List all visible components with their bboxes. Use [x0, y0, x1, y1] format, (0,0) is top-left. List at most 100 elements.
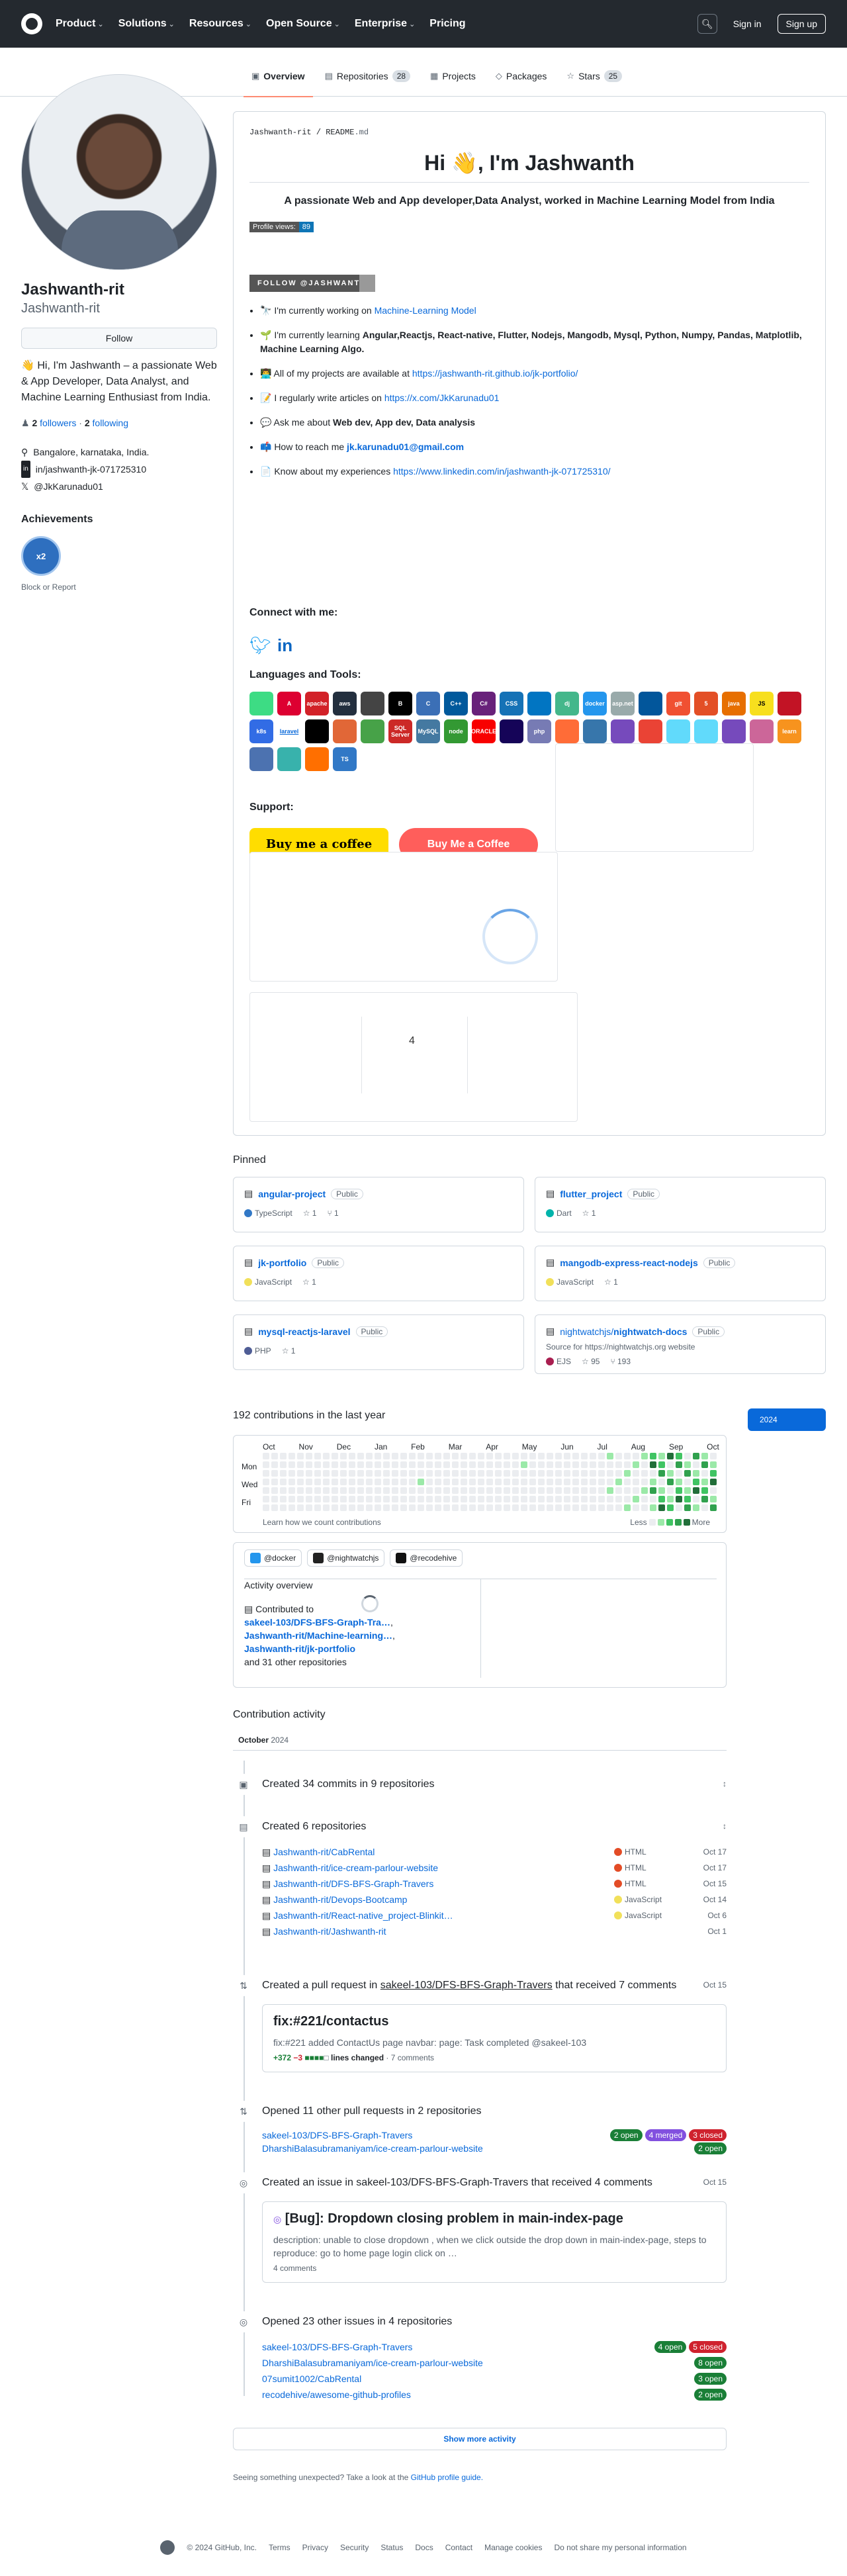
nav-resources[interactable]: Resources: [189, 18, 251, 30]
contribution-day[interactable]: [297, 1453, 304, 1459]
contribution-day[interactable]: [443, 1496, 450, 1502]
repo-link[interactable]: Jashwanth-rit/ice-cream-parlour-website: [273, 1860, 614, 1876]
contribution-day[interactable]: [547, 1453, 553, 1459]
repo-link[interactable]: DharshiBalasubramaniyam/ice-cream-parlou…: [262, 2355, 694, 2371]
contribution-day[interactable]: [461, 1487, 467, 1494]
nav-pricing[interactable]: Pricing: [429, 18, 465, 30]
contribution-day[interactable]: [349, 1470, 355, 1477]
contribution-day[interactable]: [323, 1496, 330, 1502]
contribution-day[interactable]: [400, 1487, 407, 1494]
contribution-day[interactable]: [607, 1504, 613, 1511]
sign-up-button[interactable]: Sign up: [777, 14, 826, 34]
contribution-day[interactable]: [693, 1496, 699, 1502]
contribution-day[interactable]: [426, 1496, 433, 1502]
contribution-day[interactable]: [409, 1504, 416, 1511]
contribution-day[interactable]: [538, 1470, 545, 1477]
contribution-day[interactable]: [555, 1496, 562, 1502]
contribution-day[interactable]: [684, 1496, 691, 1502]
contribution-day[interactable]: [598, 1479, 605, 1485]
contribution-day[interactable]: [323, 1453, 330, 1459]
contribution-day[interactable]: [443, 1470, 450, 1477]
contribution-day[interactable]: [641, 1470, 648, 1477]
contribution-day[interactable]: [340, 1504, 347, 1511]
contribution-day[interactable]: [650, 1470, 656, 1477]
contribution-day[interactable]: [289, 1461, 295, 1468]
contribution-day[interactable]: [650, 1496, 656, 1502]
contribution-day[interactable]: [572, 1470, 579, 1477]
pinned-repo-card[interactable]: ▤ flutter_project Public Dart ☆ 1: [535, 1177, 826, 1232]
contribution-day[interactable]: [598, 1487, 605, 1494]
contribution-day[interactable]: [289, 1453, 295, 1459]
contribution-day[interactable]: [658, 1479, 665, 1485]
contribution-day[interactable]: [271, 1461, 278, 1468]
contribution-day[interactable]: [710, 1487, 717, 1494]
contribution-day[interactable]: [426, 1461, 433, 1468]
contribution-day[interactable]: [633, 1479, 639, 1485]
contribution-day[interactable]: [383, 1479, 390, 1485]
contribution-day[interactable]: [469, 1470, 476, 1477]
contribution-day[interactable]: [314, 1470, 321, 1477]
contribution-day[interactable]: [332, 1487, 338, 1494]
contribution-day[interactable]: [340, 1470, 347, 1477]
contribution-day[interactable]: [676, 1479, 682, 1485]
contribution-day[interactable]: [486, 1479, 493, 1485]
contribution-day[interactable]: [349, 1496, 355, 1502]
contribution-day[interactable]: [478, 1470, 484, 1477]
contribution-day[interactable]: [529, 1453, 536, 1459]
org-filter-button[interactable]: @nightwatchjs: [307, 1549, 385, 1567]
contribution-day[interactable]: [658, 1487, 665, 1494]
contribution-day[interactable]: [598, 1496, 605, 1502]
repo-link[interactable]: 07sumit1002/CabRental: [262, 2371, 694, 2387]
contribution-day[interactable]: [564, 1470, 570, 1477]
contribution-day[interactable]: [607, 1453, 613, 1459]
contribution-day[interactable]: [504, 1479, 510, 1485]
contribution-day[interactable]: [615, 1461, 622, 1468]
contribution-day[interactable]: [418, 1479, 424, 1485]
contribution-day[interactable]: [521, 1504, 527, 1511]
contributed-repo-link[interactable]: Jashwanth-rit/Machine-learning…: [244, 1630, 392, 1641]
contribution-day[interactable]: [409, 1496, 416, 1502]
contribution-day[interactable]: [693, 1453, 699, 1459]
contribution-day[interactable]: [581, 1453, 588, 1459]
contribution-day[interactable]: [297, 1504, 304, 1511]
contribution-day[interactable]: [461, 1470, 467, 1477]
contribution-day[interactable]: [478, 1461, 484, 1468]
contribution-day[interactable]: [357, 1461, 364, 1468]
contribution-day[interactable]: [529, 1504, 536, 1511]
contribution-day[interactable]: [383, 1461, 390, 1468]
block-report-link[interactable]: Block or Report: [21, 582, 76, 592]
contribution-day[interactable]: [641, 1487, 648, 1494]
contribution-day[interactable]: [624, 1470, 631, 1477]
contribution-day[interactable]: [375, 1496, 381, 1502]
contribution-day[interactable]: [624, 1479, 631, 1485]
contribution-day[interactable]: [289, 1487, 295, 1494]
contribution-day[interactable]: [314, 1479, 321, 1485]
contribution-day[interactable]: [271, 1453, 278, 1459]
contribution-day[interactable]: [521, 1496, 527, 1502]
contribution-day[interactable]: [633, 1504, 639, 1511]
contribution-day[interactable]: [400, 1470, 407, 1477]
contribution-day[interactable]: [332, 1504, 338, 1511]
contribution-day[interactable]: [504, 1496, 510, 1502]
contribution-day[interactable]: [306, 1479, 312, 1485]
contribution-day[interactable]: [710, 1453, 717, 1459]
contribution-day[interactable]: [538, 1461, 545, 1468]
org-filter-button[interactable]: @recodehive: [390, 1549, 463, 1567]
contribution-day[interactable]: [486, 1470, 493, 1477]
contribution-day[interactable]: [340, 1496, 347, 1502]
contribution-day[interactable]: [693, 1504, 699, 1511]
contribution-day[interactable]: [263, 1479, 269, 1485]
contribution-day[interactable]: [392, 1479, 398, 1485]
contribution-day[interactable]: [323, 1461, 330, 1468]
contribution-day[interactable]: [486, 1496, 493, 1502]
contribution-day[interactable]: [710, 1504, 717, 1511]
contribution-day[interactable]: [314, 1504, 321, 1511]
contribution-day[interactable]: [624, 1496, 631, 1502]
contribution-day[interactable]: [418, 1496, 424, 1502]
contribution-day[interactable]: [504, 1470, 510, 1477]
repo-link[interactable]: Jashwanth-rit/Jashwanth-rit: [273, 1923, 614, 1939]
contribution-day[interactable]: [271, 1479, 278, 1485]
contribution-day[interactable]: [366, 1461, 373, 1468]
contribution-day[interactable]: [538, 1504, 545, 1511]
contribution-day[interactable]: [486, 1487, 493, 1494]
